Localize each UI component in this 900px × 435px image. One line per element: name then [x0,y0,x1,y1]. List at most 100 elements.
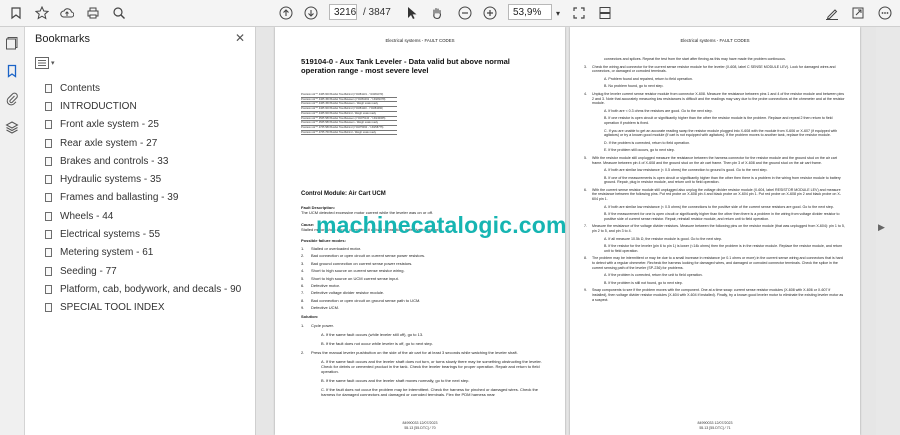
bookmark-item[interactable]: Frames and ballasting - 39 [25,189,255,207]
item-number [584,57,592,62]
bookmark-item[interactable]: Hydraulic systems - 35 [25,170,255,188]
item-text: B. If the problem is still not found, go… [604,280,683,285]
item-number [584,244,592,253]
bookmarks-panel-icon[interactable] [4,63,20,79]
item-text: C. If you are unable to get an accurate … [604,128,838,138]
next-page-icon[interactable] [301,3,321,23]
procedure-item: connectors and splices. Repeat the test … [584,57,846,62]
more-options-icon[interactable] [876,3,894,23]
failure-mode-item: 7. Defective voltage divider resistor mod… [301,289,543,296]
expand-panel-icon[interactable]: ▶ [878,222,885,233]
zoom-dropdown-icon[interactable]: ▾ [553,3,563,23]
item-text: Short to high source on UCM current sens… [311,275,399,281]
procedure-item: C. If you are unable to get an accurate … [584,129,846,138]
bookmark-item[interactable]: Electrical systems - 55 [25,225,255,243]
hand-tool-icon[interactable] [428,3,446,23]
item-text: Bad connection or open circuit on ground… [311,297,421,303]
fit-page-icon[interactable] [570,3,588,23]
item-text: Swap components to see if the problem mo… [592,288,844,302]
bookmark-label: Metering system - 61 [60,247,154,259]
watermark-text: machinecatalogic.com [316,212,567,238]
close-icon[interactable]: ✕ [235,31,245,45]
select-cursor-icon[interactable] [404,3,420,23]
procedure-item: B. No problem found, go to next step. [584,84,846,89]
item-number [584,141,592,146]
item-number: 1. [301,246,305,251]
procedure-item: D. If the problem is corrected, return t… [584,141,846,146]
item-text: A. If all measure 10.5k Ω, the resistor … [604,236,722,241]
solution-step: A. If the same fault occurs (while level… [301,332,543,337]
solution-step: C. If the fault does not occur the probl… [301,387,543,397]
procedure-item: 6. With the current sense resistor module… [584,188,846,202]
bookmark-item[interactable]: INTRODUCTION [25,97,255,115]
page-number-input[interactable]: 3216 [329,4,357,20]
bookmark-item[interactable]: Platform, cab, bodywork, and decals - 90 [25,280,255,298]
procedure-item: 4. Unplug the leveler current sense resis… [584,92,846,106]
solution-steps: 1. Cycle power. A. If the same fault occur… [301,323,543,401]
star-icon[interactable] [32,3,52,23]
item-text: A. If both are < 0.3 ohms the resistors … [604,108,713,113]
sign-icon[interactable] [823,3,841,23]
previous-page-icon[interactable] [276,3,296,23]
item-number: 2. [301,253,305,259]
home-icon[interactable] [6,3,26,23]
failure-modes-list: 1. Stalled or overloaded motor. 2. Bad conn… [301,245,543,312]
page-footer: 84990033 12/07/2023 55.13 [55.DTC] / 71 [697,421,733,430]
bookmark-item[interactable]: Wheels - 44 [25,207,255,225]
bookmark-item[interactable]: SPECIAL TOOL INDEX [25,299,255,317]
item-text: Measure the resistance of the voltage di… [592,224,845,234]
page-total: / 3847 [363,7,391,18]
bookmark-icon [45,175,52,185]
bookmark-item[interactable]: Metering system - 61 [25,244,255,262]
item-number: 3. [301,260,305,266]
page-header: Electrical systems - FAULT CODES [680,38,750,43]
bookmark-item[interactable]: Front axle system - 25 [25,116,255,134]
zoom-level-select[interactable]: 53,9% [508,4,552,20]
control-module-heading: Control Module: Air Cart UCM [301,191,386,197]
item-number: 7. [584,224,587,229]
zoom-in-icon[interactable] [481,3,499,23]
layers-icon[interactable] [4,119,20,135]
bookmark-options-button[interactable]: ▾ [35,55,65,71]
zoom-out-icon[interactable] [456,3,474,23]
cloud-upload-icon[interactable] [57,3,77,23]
item-number [584,109,592,114]
item-number [584,116,592,125]
item-number: 8. [584,256,587,261]
item-text: A. If both are similar low resistance (<… [604,204,834,209]
bookmark-item[interactable]: Contents [25,79,255,97]
scroll-mode-icon[interactable] [596,3,614,23]
procedure-item: 8. The problem may be intermittent or may… [584,256,846,270]
bookmark-item[interactable]: Rear axle system - 27 [25,134,255,152]
item-text: A. If the problem is corrected, return t… [604,273,703,278]
step-text: C. If the fault does not occur the probl… [321,387,538,397]
bookmark-icon [45,120,52,130]
bookmark-label: Wheels - 44 [60,210,114,222]
item-number [584,205,592,210]
failure-mode-item: 2. Bad connection or open circuit on curr… [301,252,543,259]
step-text: A. If the same fault occurs and the leve… [321,359,542,374]
revision-table: Precision Air™ 4465 600 Bushel Tow-Behin… [301,93,397,136]
bookmark-item[interactable]: Seeding - 77 [25,262,255,280]
print-icon[interactable] [83,3,103,23]
step-number [301,332,321,337]
bookmark-label: INTRODUCTION [60,100,137,112]
attachments-icon[interactable] [4,91,20,107]
item-text: Bad connection or open circuit on curren… [311,253,426,259]
item-text: With the current sense resistor module s… [592,187,841,202]
page-thumbnails-icon[interactable] [4,35,20,51]
bookmark-item[interactable]: Brakes and controls - 33 [25,152,255,170]
failure-mode-item: 3. Bad ground connection on current sense… [301,260,543,267]
step-number [301,378,321,383]
item-text: Check the wiring and connector for the c… [592,64,836,74]
step-text: B. If the fault does not occur while lev… [321,341,433,346]
search-icon[interactable] [109,3,129,23]
failure-mode-item: 6. Defective motor. [301,282,543,289]
item-number [584,148,592,153]
share-icon[interactable] [849,3,867,23]
procedure-item: B. If one resistor is open circuit or si… [584,116,846,125]
procedure-item: B. If the problem is still not found, go… [584,281,846,286]
item-text: Stalled or overloaded motor. [311,246,362,251]
failure-mode-item: 8. Bad connection or open circuit on grou… [301,297,543,304]
bookmark-label: Platform, cab, bodywork, and decals - 90 [60,283,242,295]
